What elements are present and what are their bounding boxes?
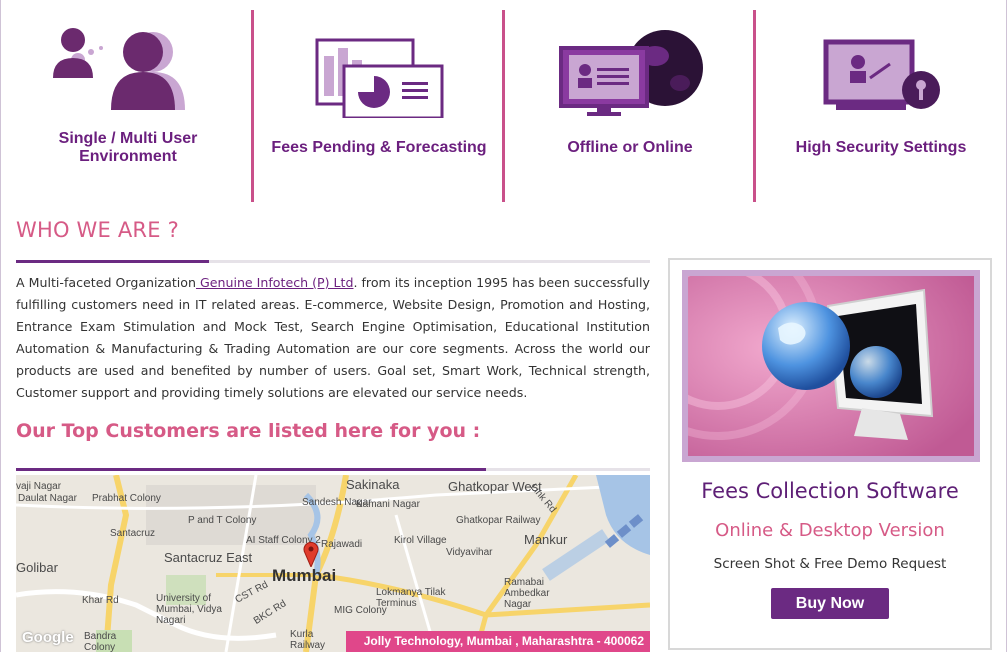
location-map[interactable]: vaji Nagar Daulat Nagar Prabhat Colony S… bbox=[16, 475, 650, 652]
google-logo: Google bbox=[22, 629, 74, 646]
feature-label: Offline or Online bbox=[567, 139, 693, 156]
map-label: Lokmanya Tilak Terminus bbox=[376, 587, 446, 609]
section-divider bbox=[16, 260, 650, 263]
map-label: Kamani Nagar bbox=[356, 499, 420, 510]
feature-multi-user[interactable]: Single / Multi User Environment bbox=[3, 10, 253, 202]
feature-offline-online[interactable]: Offline or Online bbox=[505, 10, 755, 202]
map-label: Ghatkopar West bbox=[448, 479, 542, 494]
map-label: P and T Colony bbox=[188, 515, 257, 526]
map-caption: Jolly Technology, Mumbai , Maharashtra -… bbox=[345, 631, 650, 652]
feature-label: High Security Settings bbox=[795, 139, 967, 156]
features-row: Single / Multi User Environment Fees Pen… bbox=[1, 0, 1006, 205]
map-label: Bandra Colony bbox=[84, 631, 117, 652]
map-label: vaji Nagar bbox=[16, 481, 62, 492]
map-label: Daulat Nagar bbox=[18, 493, 77, 504]
demo-request-link[interactable]: Screen Shot & Free Demo Request bbox=[670, 556, 990, 572]
map-label: Santacruz bbox=[110, 528, 156, 539]
monitor-globe-icon bbox=[505, 28, 755, 118]
about-text-rest: . from its inception 1995 has been succe… bbox=[16, 275, 650, 400]
monitor-globe-illustration bbox=[688, 276, 974, 456]
feature-label-line2: Environment bbox=[79, 148, 177, 165]
promo-panel: Fees Collection Software Online & Deskto… bbox=[668, 258, 992, 650]
promo-image[interactable] bbox=[682, 270, 980, 462]
map-label: Golibar bbox=[16, 560, 58, 575]
product-subtitle: Online & Desktop Version bbox=[715, 520, 945, 541]
map-label: Sakinaka bbox=[346, 477, 400, 492]
about-paragraph: A Multi-faceted Organization Genuine Inf… bbox=[16, 272, 650, 404]
feature-label: Fees Pending & Forecasting bbox=[271, 139, 487, 156]
map-label: University of Mumbai, Vidya Nagari bbox=[156, 593, 222, 626]
map-label: Ramabai Ambedkar Nagar bbox=[504, 577, 550, 610]
feature-label-line1: Single / Multi User bbox=[58, 130, 198, 147]
map-label: Ghatkopar Railway bbox=[456, 515, 541, 526]
product-title: Fees Collection Software bbox=[701, 479, 959, 503]
map-label: Prabhat Colony bbox=[92, 493, 161, 504]
map-label: Vidyavihar bbox=[446, 547, 493, 558]
feature-label: Single / Multi User Environment bbox=[3, 130, 253, 166]
map-label: Mankur bbox=[524, 532, 568, 547]
monitor-lock-icon bbox=[756, 28, 1006, 118]
map-label: Kurla Railway bbox=[290, 629, 326, 651]
feature-fees-pending[interactable]: Fees Pending & Forecasting bbox=[254, 10, 504, 202]
charts-report-icon bbox=[254, 28, 504, 120]
map-label: Rajawadi bbox=[321, 539, 363, 550]
company-link[interactable]: Genuine Infotech (P) Ltd bbox=[196, 275, 354, 290]
who-we-are-heading: WHO WE ARE ? bbox=[16, 218, 179, 242]
map-label: Khar Rd bbox=[82, 595, 119, 606]
buy-now-button[interactable]: Buy Now bbox=[771, 588, 889, 619]
users-icon bbox=[3, 28, 253, 118]
map-label: Mumbai bbox=[272, 566, 337, 585]
about-text-start: A Multi-faceted Organization bbox=[16, 275, 196, 290]
feature-security[interactable]: High Security Settings bbox=[756, 10, 1006, 202]
map-label: Kirol Village bbox=[394, 535, 447, 546]
customers-heading: Our Top Customers are listed here for yo… bbox=[16, 420, 481, 442]
section-divider bbox=[16, 468, 650, 471]
map-label: Santacruz East bbox=[164, 550, 253, 565]
